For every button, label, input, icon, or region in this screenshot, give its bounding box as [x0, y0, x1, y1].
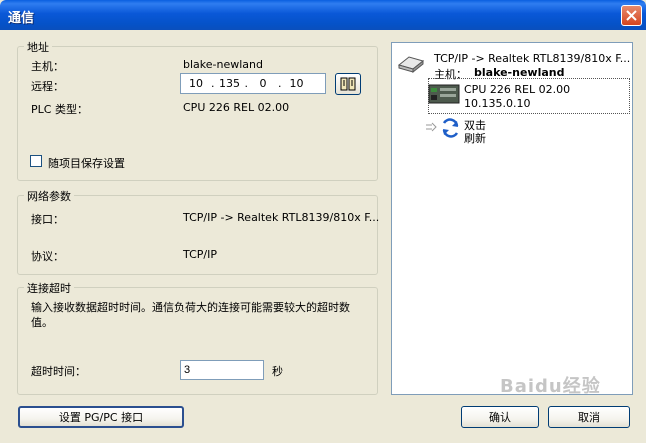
- set-pgpc-interface-button[interactable]: 设置 PG/PC 接口: [18, 406, 184, 428]
- plc-type-label: PLC 类型：: [31, 103, 88, 116]
- close-button[interactable]: [621, 5, 642, 26]
- address-legend: 地址: [24, 39, 52, 55]
- network-interface-icon: [397, 56, 425, 73]
- host-label: 主机：: [31, 60, 64, 73]
- remote-label: 远程：: [31, 80, 64, 93]
- tree-interface-label[interactable]: TCP/IP -> Realtek RTL8139/810x F...: [434, 52, 630, 65]
- host-value: blake-newland: [183, 58, 263, 71]
- address-book-icon: [340, 77, 356, 91]
- title-bar: 通信: [0, 0, 646, 30]
- network-legend: 网络参数: [24, 188, 74, 204]
- address-book-button[interactable]: [335, 73, 361, 95]
- protocol-value: TCP/IP: [183, 248, 217, 261]
- interface-label: 接口：: [31, 213, 64, 226]
- cancel-button[interactable]: 取消: [548, 406, 630, 428]
- timeout-input[interactable]: [180, 360, 264, 380]
- plc-type-value: CPU 226 REL 02.00: [183, 101, 290, 114]
- plc-cpu-icon: [428, 84, 460, 104]
- remote-ip-field[interactable]: 10 . 135 . 0 . 10: [180, 73, 326, 94]
- timeout-label: 超时时间：: [31, 365, 86, 378]
- refresh-icon: [426, 118, 459, 138]
- ip-octet-2[interactable]: 135: [215, 77, 245, 90]
- save-settings-checkbox[interactable]: [30, 155, 42, 167]
- ip-octet-1[interactable]: 10: [181, 77, 211, 90]
- timeout-legend: 连接超时: [24, 280, 74, 296]
- tree-cpu-address[interactable]: 10.135.0.10: [464, 97, 530, 110]
- network-group: 网络参数: [17, 188, 378, 275]
- ip-octet-4[interactable]: 10: [282, 77, 312, 90]
- protocol-label: 协议：: [31, 250, 64, 263]
- tree-refresh-line2[interactable]: 刷新: [464, 130, 486, 146]
- timeout-description: 输入接收数据超时时间。通信负荷大的连接可能需要较大的超时数值。: [31, 301, 350, 329]
- window-title: 通信: [8, 11, 35, 26]
- network-tree-panel[interactable]: TCP/IP -> Realtek RTL8139/810x F... 主机： …: [391, 42, 633, 395]
- tree-cpu-type[interactable]: CPU 226 REL 02.00: [464, 83, 570, 96]
- ip-octet-3[interactable]: 0: [248, 77, 278, 90]
- ok-button[interactable]: 确认: [461, 406, 539, 428]
- interface-value: TCP/IP -> Realtek RTL8139/810x F...: [183, 211, 380, 224]
- save-settings-label: 随项目保存设置: [48, 157, 125, 170]
- timeout-unit: 秒: [272, 365, 283, 378]
- close-icon: [626, 10, 637, 21]
